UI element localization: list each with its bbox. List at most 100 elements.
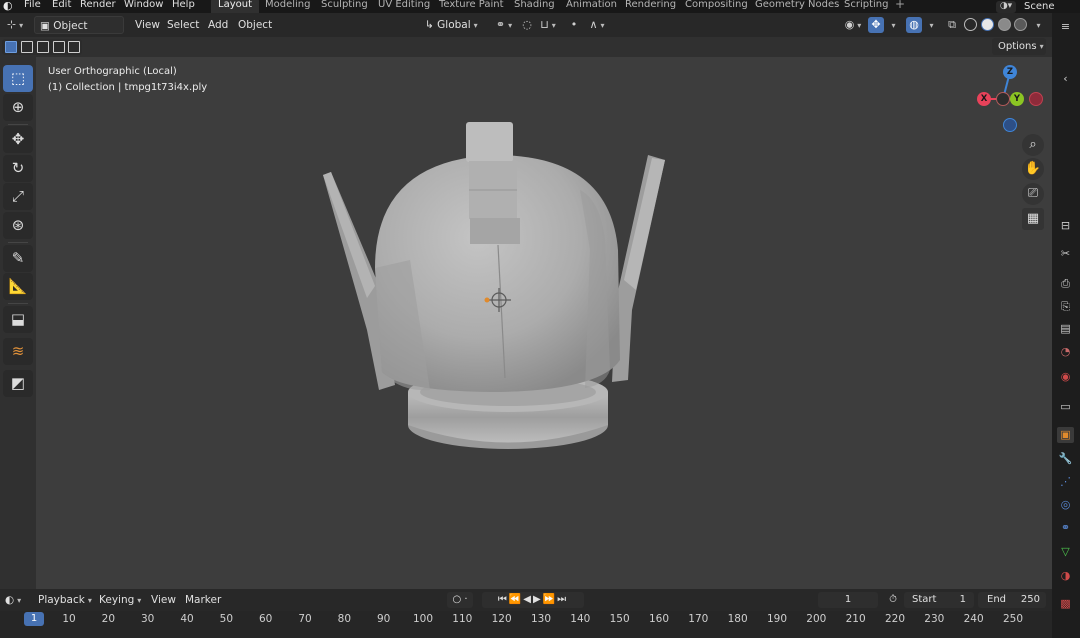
helmet-mesh[interactable] <box>36 57 1052 589</box>
output-properties-icon[interactable]: ⎘ <box>1057 299 1074 315</box>
rendered-shading-icon[interactable] <box>1014 18 1027 31</box>
texture-properties-icon[interactable]: ▩ <box>1057 596 1074 612</box>
image-tool-icon[interactable]: ◩ <box>3 370 33 397</box>
menu-select[interactable]: Select <box>162 16 204 34</box>
tab-sculpting[interactable]: Sculpting <box>314 0 375 13</box>
snap-icon[interactable]: ◌ <box>519 17 535 33</box>
shading-dropdown-icon[interactable]: ▾ <box>1030 17 1044 33</box>
editor-type-icon[interactable]: ⊟ <box>1057 218 1074 234</box>
select-invert-icon[interactable] <box>53 41 65 53</box>
options-dropdown[interactable]: Options ▾ <box>992 38 1046 55</box>
tab-modeling[interactable]: Modeling <box>258 0 318 13</box>
play-reverse-icon[interactable]: ◀ <box>523 594 533 605</box>
menu-keying[interactable]: Keying ▾ <box>99 593 141 608</box>
jump-start-icon[interactable]: ⏮ <box>498 594 509 605</box>
start-frame-field[interactable]: Start 1 <box>904 592 974 608</box>
tab-geometry-nodes[interactable]: Geometry Nodes <box>748 0 846 13</box>
tab-texture-paint[interactable]: Texture Paint <box>432 0 511 13</box>
menu-edit[interactable]: Edit <box>52 0 71 11</box>
transform-orientation-dropdown[interactable]: ↳ Global ▾ <box>420 16 484 34</box>
falloff-icon[interactable]: ∧ ▾ <box>584 17 610 33</box>
cursor-tool-icon[interactable]: ⊕ <box>3 94 33 121</box>
hand-icon[interactable]: ✋ <box>1022 158 1044 180</box>
navigation-gizmo[interactable]: Z X Y <box>970 62 1050 138</box>
select-extend-icon[interactable] <box>21 41 33 53</box>
menu-object[interactable]: Object <box>233 16 277 34</box>
visibility-icon[interactable]: ◉ ▾ <box>840 17 866 33</box>
gizmo-z-axis[interactable]: Z <box>1003 65 1017 79</box>
timeline-editor-icon[interactable]: ◐ ▾ <box>5 593 21 608</box>
scene-selector[interactable]: ◑▾ Scene <box>996 0 1055 13</box>
pivot-point-icon[interactable]: ⚭ ▾ <box>491 17 517 33</box>
overlays-toggle-icon[interactable]: ◍ <box>906 17 922 33</box>
solid-shading-icon[interactable] <box>981 18 994 31</box>
magnifier-icon[interactable]: ⌕ <box>1022 134 1044 156</box>
camera-icon[interactable]: ⎚ <box>1022 183 1044 205</box>
rotate-tool-icon[interactable]: ↻ <box>3 155 33 182</box>
material-shading-icon[interactable] <box>998 18 1011 31</box>
collection-properties-icon[interactable]: ▭ <box>1057 399 1074 415</box>
transform-tool-icon[interactable]: ⊛ <box>3 212 33 239</box>
editor-type-icon[interactable]: ⊹ ▾ <box>4 17 26 33</box>
physics-properties-icon[interactable]: ◎ <box>1057 497 1074 513</box>
menu-add[interactable]: Add <box>203 16 233 34</box>
select-box-tool-icon[interactable]: ⬚ <box>3 65 33 92</box>
menu-render[interactable]: Render <box>80 0 116 11</box>
tab-compositing[interactable]: Compositing <box>678 0 755 13</box>
menu-playback[interactable]: Playback ▾ <box>38 593 92 608</box>
modifier-properties-icon[interactable]: 🔧 <box>1057 451 1074 467</box>
proportional-edit-icon[interactable]: • <box>566 17 582 33</box>
grid-icon[interactable]: ▦ <box>1022 208 1044 230</box>
end-frame-field[interactable]: End 250 <box>978 592 1046 608</box>
menu-view[interactable]: View <box>130 16 165 34</box>
gizmo-neg-y-axis[interactable] <box>1029 92 1043 106</box>
xray-icon[interactable]: ⧉ <box>944 17 960 33</box>
play-icon[interactable]: ▶ <box>533 594 543 605</box>
select-subtract-icon[interactable] <box>37 41 49 53</box>
view-layer-properties-icon[interactable]: ▤ <box>1057 321 1074 337</box>
constraints-properties-icon[interactable]: ⚭ <box>1057 520 1074 536</box>
timeline-ruler[interactable]: 1 10 20 30 40 50 60 70 80 90 100 110 120 130 140 150 16… <box>0 611 1052 638</box>
wireframe-shading-icon[interactable] <box>964 18 977 31</box>
tab-rendering[interactable]: Rendering <box>618 0 683 13</box>
scene-properties-icon[interactable]: ◔ <box>1057 344 1074 360</box>
object-mode-dropdown[interactable]: ▣ Object Mode▾ <box>34 16 124 50</box>
annotate-tool-icon[interactable]: ✎ <box>3 245 33 272</box>
gizmo-dropdown-icon[interactable]: ▾ <box>885 17 899 33</box>
measure-tool-icon[interactable]: 📐 <box>3 273 33 300</box>
add-workspace-button[interactable]: + <box>895 0 905 11</box>
playhead[interactable]: 1 <box>24 612 44 626</box>
tab-animation[interactable]: Animation <box>559 0 624 13</box>
select-new-icon[interactable] <box>5 41 17 53</box>
menu-help[interactable]: Help <box>172 0 195 11</box>
scale-tool-icon[interactable]: ⤢ <box>3 183 33 210</box>
gizmo-neg-x-axis[interactable] <box>996 92 1010 106</box>
gizmo-neg-z-axis[interactable] <box>1003 118 1017 132</box>
arrow-left-icon[interactable]: ‹ <box>1057 71 1074 87</box>
next-keyframe-icon[interactable]: ⏩ <box>543 594 557 605</box>
menu-file[interactable]: File <box>24 0 41 11</box>
jump-end-icon[interactable]: ⏭ <box>557 594 568 605</box>
world-properties-icon[interactable]: ◉ <box>1057 369 1074 385</box>
prev-keyframe-icon[interactable]: ⏪ <box>509 594 523 605</box>
3d-viewport[interactable]: User Orthographic (Local) (1) Collection… <box>36 57 1052 589</box>
tab-shading[interactable]: Shading <box>507 0 562 13</box>
overlays-dropdown-icon[interactable]: ▾ <box>923 17 937 33</box>
tab-uv-editing[interactable]: UV Editing <box>371 0 437 13</box>
move-tool-icon[interactable]: ✥ <box>3 126 33 153</box>
object-properties-icon[interactable]: ▣ <box>1057 427 1074 443</box>
material-properties-icon[interactable]: ◑ <box>1057 568 1074 584</box>
gizmo-x-axis[interactable]: X <box>977 92 991 106</box>
select-intersect-icon[interactable] <box>68 41 80 53</box>
menu-window[interactable]: Window <box>124 0 163 11</box>
menu-marker[interactable]: Marker <box>185 593 221 607</box>
current-frame-field[interactable]: 1 <box>818 592 878 608</box>
stopwatch-icon[interactable]: ⏱ <box>884 592 902 608</box>
menu-timeline-view[interactable]: View <box>151 593 176 607</box>
render-properties-icon[interactable]: ⎙ <box>1057 276 1074 292</box>
tool-properties-icon[interactable]: ✂ <box>1057 246 1074 262</box>
blender-logo-icon[interactable]: ◐ <box>3 0 17 13</box>
outliner-icon[interactable]: ≡ <box>1057 19 1074 35</box>
auto-keying-icon[interactable]: ○ · <box>447 592 473 608</box>
particles-properties-icon[interactable]: ⋰ <box>1057 474 1074 490</box>
